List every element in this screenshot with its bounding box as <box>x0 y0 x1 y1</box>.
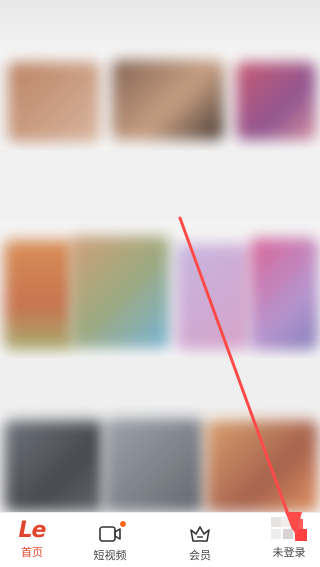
row-caption-blur <box>0 150 320 220</box>
video-camera-icon <box>99 526 121 542</box>
row-caption-blur <box>0 358 320 414</box>
video-thumbnail[interactable] <box>112 60 224 140</box>
video-thumbnail[interactable] <box>206 420 318 512</box>
video-thumbnail[interactable] <box>176 244 250 350</box>
nav-item-vip[interactable]: 会员 <box>168 513 232 567</box>
video-thumbnail[interactable] <box>8 62 100 142</box>
video-thumbnail[interactable] <box>250 238 318 350</box>
nav-label-home: 首页 <box>21 546 43 559</box>
nav-label-account: 未登录 <box>272 546 306 559</box>
notification-dot <box>120 521 126 527</box>
video-thumbnail[interactable] <box>104 418 204 512</box>
video-thumbnail[interactable] <box>4 240 74 350</box>
top-banner-blur <box>0 0 320 58</box>
avatar-icon <box>271 517 307 543</box>
nav-item-home[interactable]: Le 首页 <box>0 513 64 567</box>
video-thumbnail[interactable] <box>4 420 104 512</box>
nav-label-vip: 会员 <box>189 549 211 562</box>
video-thumbnail[interactable] <box>236 62 316 140</box>
crown-icon <box>190 526 210 542</box>
bottom-navigation: Le 首页 短视频 会员 未登录 <box>0 512 320 567</box>
content-feed[interactable] <box>0 0 320 512</box>
le-logo-icon: Le <box>18 518 47 543</box>
video-thumbnail[interactable] <box>70 236 170 348</box>
nav-label-short-video: 短视频 <box>93 549 127 562</box>
nav-item-account[interactable]: 未登录 <box>258 513 320 567</box>
nav-item-short-video[interactable]: 短视频 <box>78 513 142 567</box>
